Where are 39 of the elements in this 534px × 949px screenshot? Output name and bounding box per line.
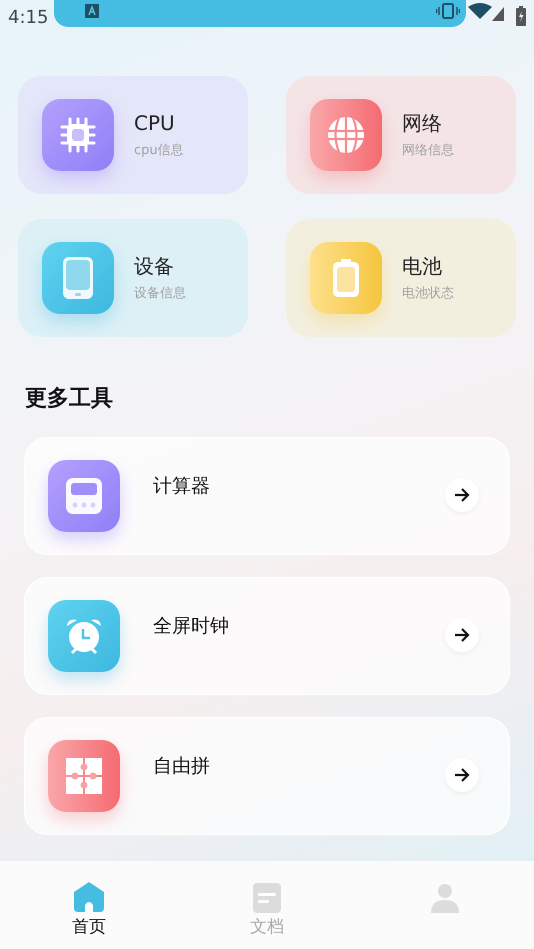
wifi-icon <box>468 3 492 19</box>
arrow-button[interactable] <box>445 758 479 792</box>
card-title: 电池 <box>402 253 443 280</box>
home-icon[interactable] <box>73 881 105 913</box>
status-time: 4:15 <box>8 6 48 30</box>
section-title: 更多工具 <box>25 385 114 413</box>
arrow-right-icon <box>454 768 470 782</box>
keyboard-icon <box>85 4 100 18</box>
info-card[interactable]: CPU cpu信息 <box>18 76 248 194</box>
info-card[interactable]: 设备 设备信息 <box>18 219 248 337</box>
notification-banner[interactable] <box>54 0 466 27</box>
tool-card[interactable]: 全屏时钟 <box>24 577 510 695</box>
card-subtitle: 网络信息 <box>402 142 454 160</box>
card-title: 网络 <box>402 110 443 138</box>
tool-card[interactable]: 计算器 <box>24 437 510 555</box>
battery-cell-icon <box>333 259 359 297</box>
card-subtitle: cpu信息 <box>134 142 184 160</box>
arrow-button[interactable] <box>445 618 479 652</box>
nav-tab[interactable]: 首页 <box>0 881 178 949</box>
arrow-button[interactable] <box>445 478 479 512</box>
card-title: CPU <box>134 110 176 138</box>
info-card[interactable]: 电池 电池状态 <box>286 219 516 337</box>
calculator-icon <box>66 478 102 514</box>
card-title: 设备 <box>134 253 175 280</box>
tool-label: 自由拼 <box>153 754 210 779</box>
vibrate-icon <box>436 3 460 19</box>
tablet-icon <box>62 256 94 300</box>
tool-card[interactable]: 自由拼 <box>24 717 510 835</box>
chip-icon <box>58 115 98 155</box>
card-subtitle: 电池状态 <box>402 285 454 304</box>
puzzle-icon <box>66 758 102 794</box>
card-subtitle: 设备信息 <box>134 285 186 304</box>
globe-icon <box>326 115 366 155</box>
arrow-right-icon <box>454 488 470 502</box>
info-card[interactable]: 网络 网络信息 <box>286 76 516 194</box>
tool-label: 计算器 <box>153 474 210 499</box>
arrow-right-icon <box>454 628 470 642</box>
tool-label: 全屏时钟 <box>153 614 229 639</box>
battery-icon <box>516 6 526 26</box>
